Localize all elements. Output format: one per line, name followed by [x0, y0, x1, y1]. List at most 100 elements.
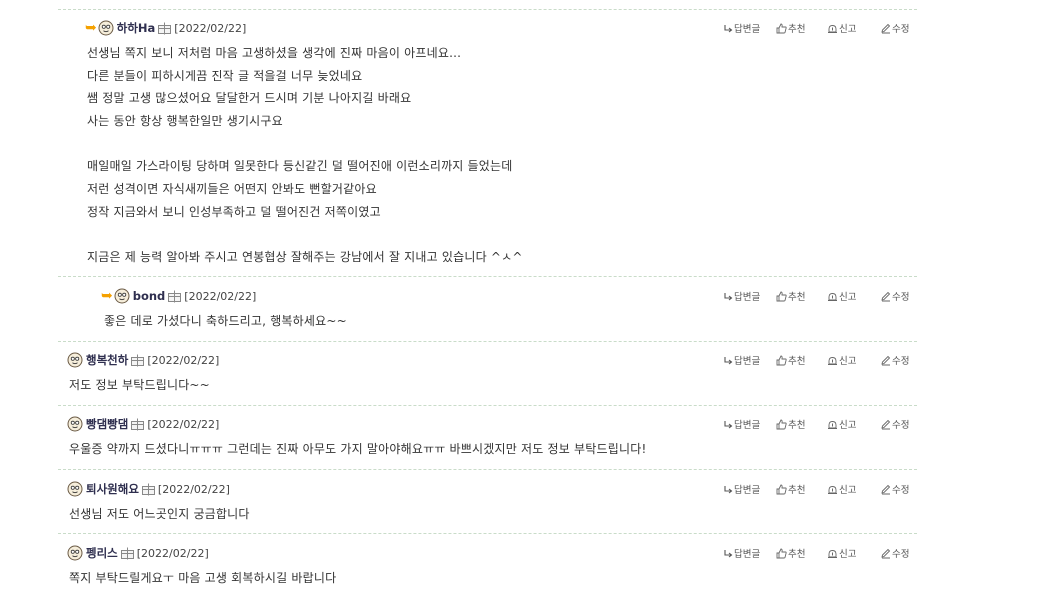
reply-arrow-icon: ➥ [101, 288, 113, 304]
recommend-button[interactable]: 추천 [776, 482, 827, 496]
comment-header: ➥ 하하Ha [2022/02/22] [85, 18, 246, 38]
comment-body: 쪽지 부탁드릴게요ㅜ 마음 고생 회복하시길 바랍니다 [69, 567, 336, 590]
comment-date: [2022/02/22] [147, 353, 220, 367]
siren-icon [828, 485, 837, 494]
recommend-button[interactable]: 추천 [776, 353, 827, 367]
edit-button[interactable]: 수정 [880, 546, 920, 560]
comment-body: 선생님 쪽지 보니 저처럼 마음 고생하셨을 생각에 진짜 마음이 아프네요..… [87, 42, 523, 269]
comment-separator [58, 533, 917, 534]
recommend-button[interactable]: 추천 [776, 546, 827, 560]
memo-icon[interactable] [141, 483, 155, 496]
comment-body: 저도 정보 부탁드립니다~~ [69, 374, 210, 397]
siren-icon [828, 549, 837, 558]
edit-button[interactable]: 수정 [880, 289, 920, 303]
pencil-icon [881, 419, 891, 429]
reply-arrow-icon [724, 485, 733, 493]
comment-line: 쪽지 부탁드릴게요ㅜ 마음 고생 회복하시길 바랍니다 [69, 571, 337, 585]
comment-body: 우울증 약까지 드셨다니ㅠㅠㅠ 그런데는 진짜 아무도 가지 말아야해요ㅠㅠ 바… [69, 438, 646, 461]
thumbs-up-icon [776, 419, 787, 429]
comment-date: [2022/02/22] [136, 546, 209, 560]
comment-line: 다른 분들이 피하시게끔 진작 글 적을걸 너무 늦었네요 [87, 68, 363, 83]
edit-button[interactable]: 수정 [880, 417, 920, 431]
comment-date: [2022/02/22] [157, 482, 230, 496]
comment-actions: 답변글 추천 신고 수정 [724, 479, 920, 499]
comment-date: [2022/02/22] [147, 417, 220, 431]
memo-icon[interactable] [168, 290, 182, 303]
comment-line: 선생님 저도 어느곳인지 궁금합니다 [69, 507, 250, 521]
comment-line: 사는 동안 항상 행복한일만 생기시구요 [87, 114, 283, 129]
comment-author[interactable]: 행복천하 [86, 352, 128, 368]
comment-line: 우울증 약까지 드셨다니ㅠㅠㅠ 그런데는 진짜 아무도 가지 말아야해요ㅠㅠ 바… [69, 442, 647, 456]
comment-line: 정작 지금와서 보니 인성부족하고 덜 떨어진건 저쪽이였고 [87, 204, 381, 219]
reply-button[interactable]: 답변글 [724, 417, 776, 431]
recommend-button[interactable]: 추천 [776, 289, 827, 303]
comment-author[interactable]: 하하Ha [117, 20, 156, 36]
edit-button[interactable]: 수정 [880, 21, 920, 35]
member-face-icon [114, 288, 130, 304]
comment-actions: 답변글 추천 신고 수정 [724, 286, 920, 306]
thumbs-up-icon [776, 355, 787, 365]
reply-arrow-icon [724, 549, 733, 557]
member-face-icon [67, 352, 83, 368]
reply-button[interactable]: 답변글 [724, 21, 776, 35]
comment-author[interactable]: 빵댐빵댐 [86, 416, 128, 432]
report-button[interactable]: 신고 [827, 417, 880, 431]
siren-icon [828, 420, 837, 429]
member-face-icon [67, 481, 83, 497]
comment-line: 저런 성격이면 자식새끼들은 어떤지 안봐도 뻔할거같아요 [87, 182, 377, 197]
report-button[interactable]: 신고 [827, 546, 880, 560]
reply-arrow-icon [724, 24, 733, 32]
pencil-icon [881, 548, 891, 558]
report-button[interactable]: 신고 [827, 289, 880, 303]
comment-actions: 답변글 추천 신고 수정 [724, 414, 920, 434]
comment-line [87, 133, 523, 156]
comment-line [87, 224, 523, 247]
reply-arrow-icon: ➥ [85, 20, 97, 36]
comment-author[interactable]: 퇴사원해요 [86, 481, 139, 497]
comment-line: 쌤 정말 고생 많으셨어요 달달한거 드시며 기분 나아지길 바래요 [87, 91, 412, 106]
comment-actions: 답변글 추천 신고 수정 [724, 18, 920, 38]
comment-separator [58, 469, 917, 470]
siren-icon [828, 356, 837, 365]
comment-header: 빵댐빵댐 [2022/02/22] [67, 414, 219, 434]
recommend-button[interactable]: 추천 [776, 21, 827, 35]
pencil-icon [881, 484, 891, 494]
recommend-button[interactable]: 추천 [776, 417, 827, 431]
comment-header: ➥ bond [2022/02/22] [101, 286, 256, 306]
edit-button[interactable]: 수정 [880, 353, 920, 367]
comment-line: 선생님 쪽지 보니 저처럼 마음 고생하셨을 생각에 진짜 마음이 아프네요..… [87, 46, 462, 60]
edit-button[interactable]: 수정 [880, 482, 920, 496]
comment-line: 좋은 데로 가셨다니 축하드리고, 행복하세요~~ [104, 314, 347, 328]
comment-body: 선생님 저도 어느곳인지 궁금합니다 [69, 503, 250, 526]
member-face-icon [67, 545, 83, 561]
comment-header: 퇴사원해요 [2022/02/22] [67, 479, 230, 499]
comment-date: [2022/02/22] [184, 289, 257, 303]
comment-separator [58, 276, 917, 277]
comment-line: 저도 정보 부탁드립니다~~ [69, 378, 210, 392]
reply-button[interactable]: 답변글 [724, 289, 776, 303]
thumbs-up-icon [776, 484, 787, 494]
comment-separator [58, 9, 917, 10]
reply-button[interactable]: 답변글 [724, 482, 776, 496]
thumbs-up-icon [776, 23, 787, 33]
comment-separator [58, 341, 917, 342]
reply-arrow-icon [724, 420, 733, 428]
memo-icon[interactable] [131, 418, 145, 431]
reply-button[interactable]: 답변글 [724, 546, 776, 560]
reply-arrow-icon [724, 356, 733, 364]
report-button[interactable]: 신고 [827, 482, 880, 496]
reply-button[interactable]: 답변글 [724, 353, 776, 367]
comment-author[interactable]: 펭리스 [86, 545, 118, 561]
pencil-icon [881, 291, 891, 301]
comment-author[interactable]: bond [133, 289, 166, 303]
comment-list: ➥ 하하Ha [2022/02/22] 답변글 추천 신고 수정 선생님 쪽지 … [0, 0, 1040, 586]
report-button[interactable]: 신고 [827, 21, 880, 35]
thumbs-up-icon [776, 291, 787, 301]
siren-icon [828, 292, 837, 301]
memo-icon[interactable] [131, 354, 145, 367]
report-button[interactable]: 신고 [827, 353, 880, 367]
memo-icon[interactable] [120, 547, 134, 560]
comment-separator [58, 405, 917, 406]
member-face-icon [67, 416, 83, 432]
memo-icon[interactable] [158, 22, 172, 35]
